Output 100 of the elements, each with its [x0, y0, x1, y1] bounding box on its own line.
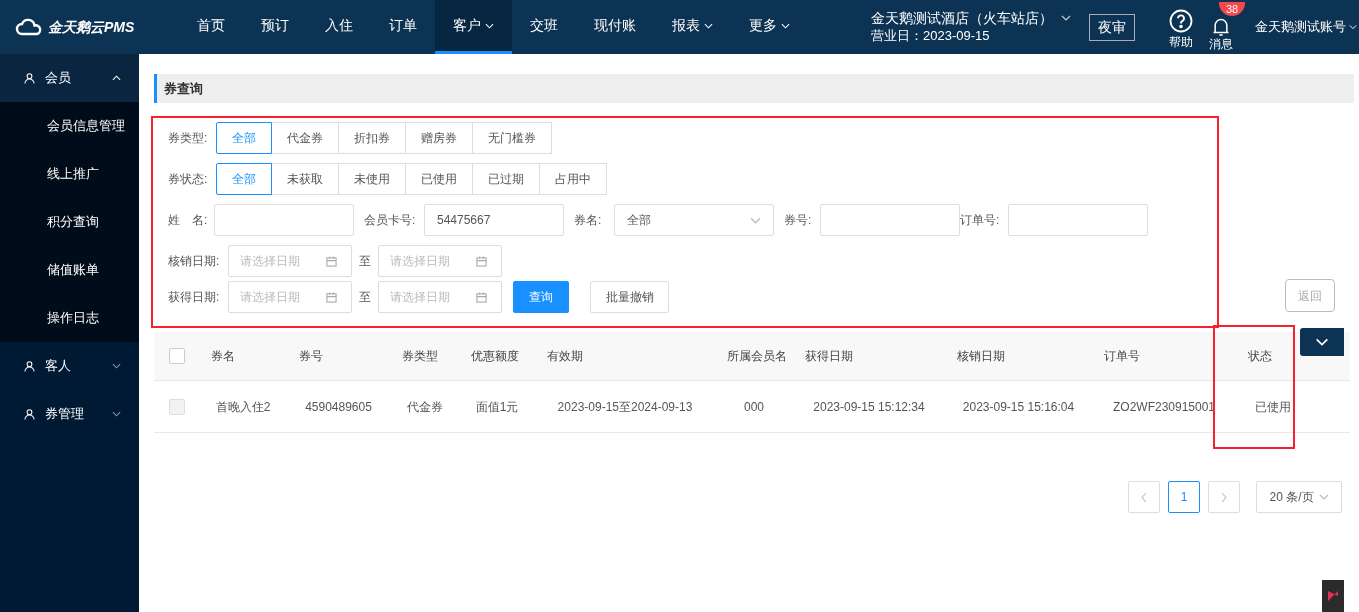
table-cell-text: 面值1元: [474, 398, 520, 416]
help-button[interactable]: 帮助: [1169, 3, 1193, 51]
table-cell-text: 首晚入住2: [214, 398, 272, 416]
checkbox[interactable]: [168, 398, 185, 415]
prev-page-button[interactable]: [1128, 481, 1160, 513]
next-page-button[interactable]: [1208, 481, 1240, 513]
sidebar-item[interactable]: 会员: [0, 54, 139, 102]
account-menu[interactable]: 金天鹅测试账号: [1255, 17, 1357, 37]
filter-option[interactable]: 已过期: [472, 163, 540, 195]
chevron-left-icon: [1141, 491, 1147, 503]
filter-option[interactable]: 已使用: [405, 163, 473, 195]
widget-button[interactable]: [1322, 580, 1344, 612]
filter-option[interactable]: 赠房券: [405, 122, 473, 154]
column-header: 券名: [210, 348, 236, 365]
table-cell-text: 代金券: [405, 398, 444, 416]
sidebar-subitem[interactable]: 会员信息管理: [0, 102, 139, 150]
field-label: 券号:: [784, 212, 813, 229]
column-header: 所属会员名: [726, 348, 788, 365]
filter-option[interactable]: 折扣券: [338, 122, 406, 154]
nav-tab[interactable]: 交班: [512, 0, 576, 54]
help-icon: [1169, 9, 1193, 33]
messages-button[interactable]: 消息: [1209, 17, 1233, 52]
chevron-down-icon: [112, 411, 121, 417]
filter-option[interactable]: 未使用: [338, 163, 406, 195]
batch-revoke-button[interactable]: 批量撤销: [590, 281, 669, 313]
range-separator: 至: [359, 289, 371, 306]
filter-option[interactable]: 占用中: [539, 163, 607, 195]
chevron-down-icon: [112, 363, 121, 369]
column-header: 获得日期: [804, 348, 854, 365]
table-cell-text: 2023-09-15 15:12:34: [812, 398, 926, 416]
column-header: 券类型: [401, 348, 439, 365]
hotel-name: 金天鹅测试酒店（火车站店）: [871, 9, 1053, 27]
filter-option[interactable]: 无门槛券: [472, 122, 552, 154]
order-number-field[interactable]: [1008, 204, 1148, 236]
chevron-down-icon: [1061, 15, 1071, 21]
card-number-field[interactable]: 54475667: [424, 204, 564, 236]
chevron-down-icon: [750, 216, 761, 224]
field-label: 姓 名:: [168, 212, 209, 229]
column-header: 状态: [1247, 348, 1273, 365]
nav-tab[interactable]: 订单: [371, 0, 435, 54]
field-label: 获得日期:: [168, 289, 221, 306]
calendar-icon: [476, 255, 487, 267]
coupon-number-field[interactable]: [820, 204, 960, 236]
table-cell-text: 2023-09-15至2024-09-13: [556, 398, 694, 416]
chevron-down-icon: [1349, 24, 1357, 30]
nav-tab[interactable]: 报表: [654, 0, 731, 54]
sidebar-subitem[interactable]: 操作日志: [0, 294, 139, 342]
bell-icon: [1211, 17, 1231, 37]
bowtie-icon: [1328, 591, 1338, 601]
column-header: 有效期: [546, 348, 584, 365]
table-cell-text: 已使用: [1254, 398, 1292, 416]
nav-tab[interactable]: 现付账: [576, 0, 654, 54]
nav-tab[interactable]: 客户: [435, 0, 512, 54]
calendar-icon: [476, 291, 487, 303]
person-icon: [24, 72, 35, 84]
person-icon: [24, 408, 35, 420]
column-header: 券号: [298, 348, 324, 365]
column-header: 核销日期: [956, 348, 1006, 365]
field-label: 核销日期:: [168, 253, 221, 270]
column-header: 优惠额度: [470, 348, 520, 365]
filter-option[interactable]: 代金券: [271, 122, 339, 154]
page-size-select[interactable]: 20 条/页: [1256, 481, 1342, 513]
range-separator: 至: [359, 253, 371, 270]
chevron-up-icon: [112, 75, 121, 81]
collapse-button[interactable]: [1300, 328, 1344, 356]
sidebar-subitem[interactable]: 储值账单: [0, 246, 139, 294]
sidebar-subitem[interactable]: 积分查询: [0, 198, 139, 246]
nav-tab[interactable]: 入住: [307, 0, 371, 54]
table-cell-text: ZO2WF230915001: [1111, 398, 1217, 416]
checkbox[interactable]: [168, 348, 185, 364]
column-header: 订单号: [1103, 348, 1141, 365]
nav-tab[interactable]: 预订: [243, 0, 307, 54]
person-icon: [24, 360, 35, 372]
filter-option[interactable]: 未获取: [271, 163, 339, 195]
field-label: 券名:: [574, 212, 603, 229]
business-date: 营业日：2023-09-15: [871, 27, 991, 45]
field-label: 会员卡号:: [364, 212, 417, 229]
chevron-down-icon: [1318, 494, 1329, 500]
section-title: 券查询: [164, 79, 203, 98]
nav-tab[interactable]: 首页: [179, 0, 243, 54]
field-label: 订单号:: [960, 212, 1001, 229]
sidebar-subitem[interactable]: 线上推广: [0, 150, 139, 198]
field-label: 券类型:: [168, 130, 209, 147]
sidebar-item[interactable]: 客人: [0, 342, 139, 390]
logo-text: 金天鹅云PMS: [48, 17, 135, 37]
sidebar-item[interactable]: 券管理: [0, 390, 139, 438]
coupon-name-select[interactable]: 全部: [614, 204, 774, 236]
cloud-icon: [15, 18, 43, 36]
calendar-icon: [326, 291, 337, 303]
field-label: 券状态:: [168, 171, 209, 188]
name-field[interactable]: [214, 204, 354, 236]
table-cell-text: 4590489605: [304, 398, 373, 416]
table-cell-text: 000: [743, 398, 765, 416]
chevron-down-icon: [1315, 338, 1329, 346]
chevron-right-icon: [1221, 491, 1227, 503]
night-audit-button[interactable]: 夜审: [1089, 13, 1135, 41]
calendar-icon: [326, 255, 337, 267]
nav-tab[interactable]: 更多: [731, 0, 808, 54]
table-cell-text: 2023-09-15 15:16:04: [961, 398, 1076, 416]
count-badge: 38: [1219, 2, 1246, 16]
